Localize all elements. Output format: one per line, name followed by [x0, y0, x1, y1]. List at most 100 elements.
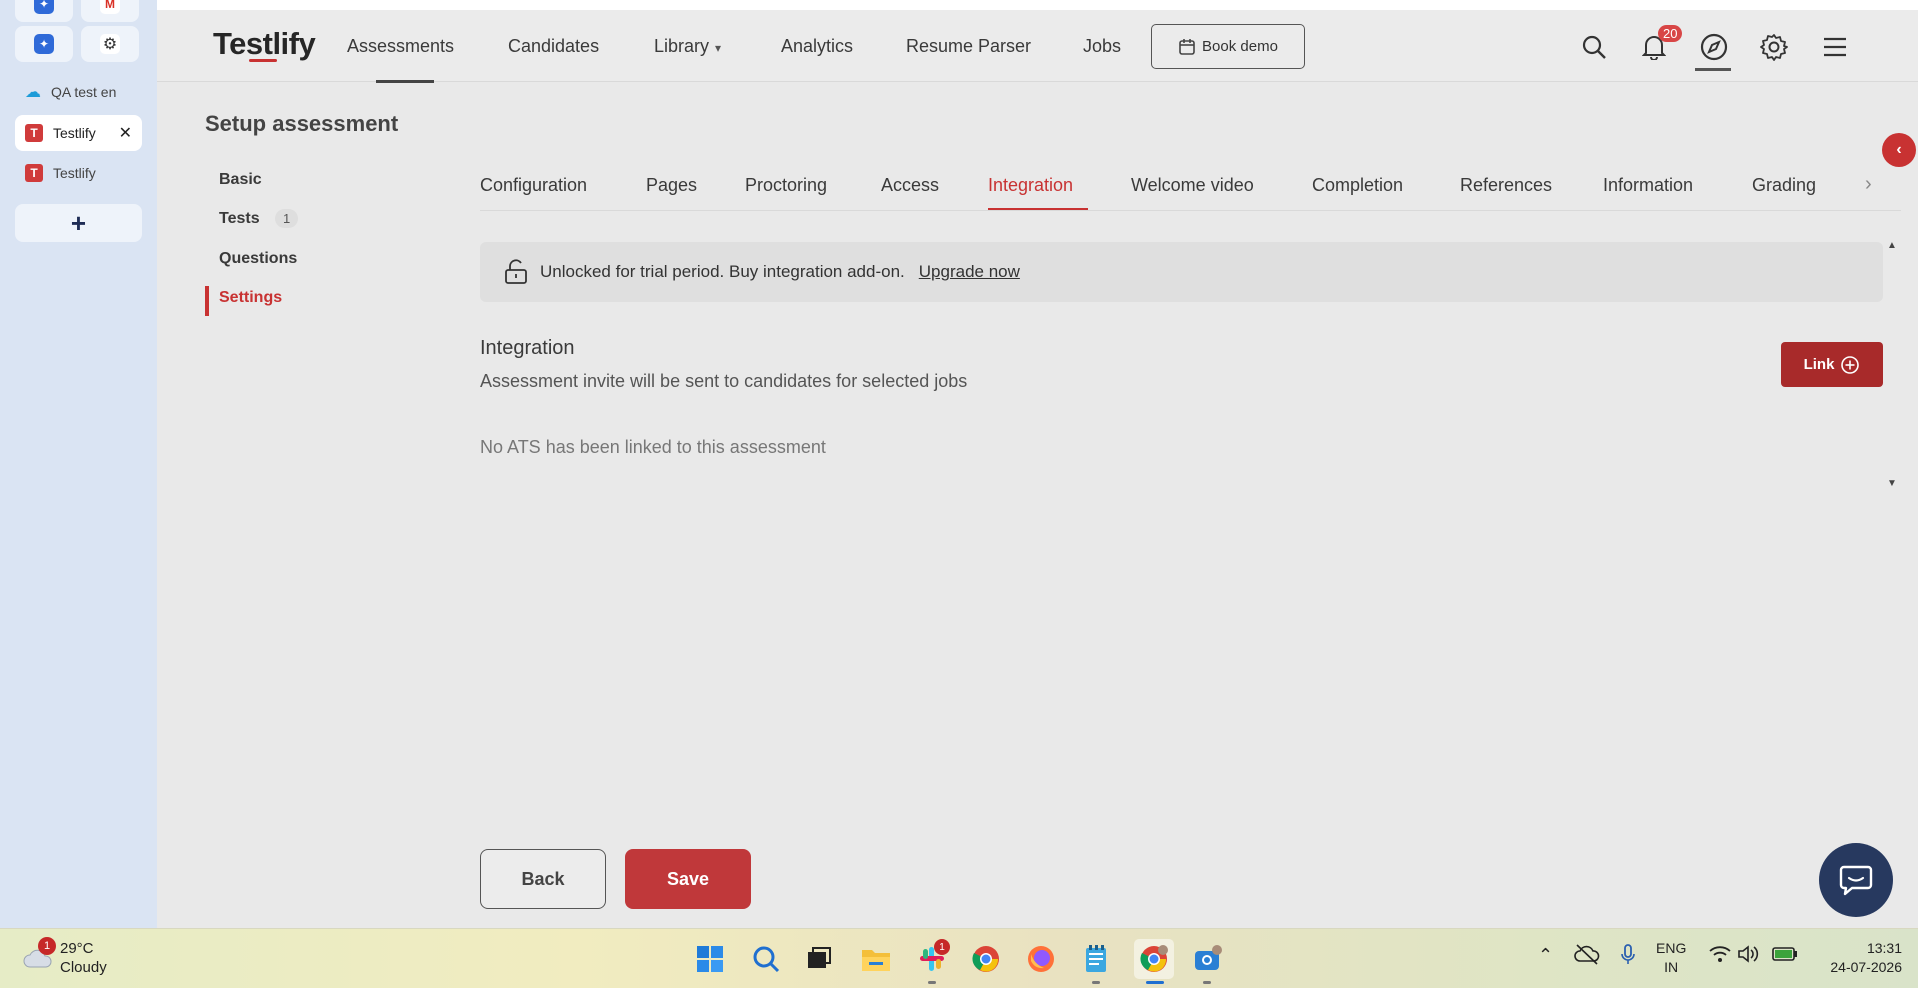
pinned-row: ✦ M: [15, 0, 139, 22]
calendar-icon: [1179, 38, 1195, 55]
integration-subtitle: Assessment invite will be sent to candid…: [480, 371, 968, 391]
cloud-off-icon[interactable]: [1574, 943, 1600, 968]
compass-icon[interactable]: [1699, 32, 1729, 62]
collapse-panel-button[interactable]: ‹: [1882, 133, 1916, 167]
tab-welcome-video[interactable]: Welcome video: [1131, 175, 1254, 196]
volume-icon[interactable]: [1737, 945, 1759, 966]
pinned-app-1[interactable]: ✦: [15, 0, 73, 22]
task-view-icon[interactable]: [803, 943, 835, 975]
tab-label: Testlify: [53, 125, 96, 141]
scroll-up-icon[interactable]: ▲: [1887, 240, 1897, 251]
app-blue-icon: ✦: [34, 0, 54, 14]
sidebar-tab-testlify-active[interactable]: T Testlify ✕: [15, 115, 142, 151]
notepad-icon[interactable]: [1080, 943, 1112, 975]
language-indicator[interactable]: ENG IN: [1656, 939, 1686, 977]
search-icon[interactable]: [1579, 32, 1609, 62]
chat-bubble-icon: [1839, 865, 1873, 896]
chrome-active-indicator: [1146, 981, 1164, 984]
weather-alert-badge: 1: [38, 937, 56, 955]
nav-active-indicator: [376, 80, 434, 83]
openai-icon: ⚙: [100, 34, 120, 54]
cloud-icon: ☁: [25, 84, 41, 101]
app-header: Testlify Assessments Candidates Library ▾…: [157, 10, 1918, 83]
left-nav-settings[interactable]: Settings: [219, 289, 282, 307]
left-nav-basic[interactable]: Basic: [219, 171, 262, 189]
pinned-gmail[interactable]: M: [81, 0, 139, 22]
search-icon[interactable]: [750, 943, 782, 975]
close-icon[interactable]: ✕: [119, 123, 132, 143]
nav-jobs[interactable]: Jobs: [1083, 36, 1121, 57]
unlock-icon: [505, 259, 527, 284]
tab-references[interactable]: References: [1460, 175, 1552, 196]
sidebar-tab-testlify[interactable]: T Testlify: [15, 155, 142, 191]
camera-app-icon[interactable]: [1192, 943, 1224, 975]
browser-sidebar: ✦ M ✦ ⚙ ☁ QA test en T Testlify ✕ T Test…: [0, 0, 157, 928]
tab-proctoring[interactable]: Proctoring: [745, 175, 827, 196]
back-button[interactable]: Back: [480, 849, 606, 909]
trial-notice-text: Unlocked for trial period. Buy integrati…: [540, 262, 905, 281]
support-chat-button[interactable]: [1819, 843, 1893, 917]
tab-pages[interactable]: Pages: [646, 175, 697, 196]
tab-completion[interactable]: Completion: [1312, 175, 1403, 196]
gear-icon[interactable]: [1759, 32, 1789, 62]
weather-text: 29°C Cloudy: [60, 939, 107, 977]
explore-active-indicator: [1695, 68, 1731, 71]
left-nav-tests[interactable]: Tests: [219, 210, 260, 228]
trial-notice: Unlocked for trial period. Buy integrati…: [480, 242, 1883, 302]
tab-integration[interactable]: Integration: [988, 175, 1073, 196]
nav-resume-parser[interactable]: Resume Parser: [906, 36, 1031, 57]
chrome-profile-icon[interactable]: [1134, 939, 1174, 979]
clock[interactable]: 13:31 24-07-2026: [1812, 939, 1902, 977]
clock-time: 13:31: [1866, 940, 1902, 956]
taskbar: 1 29°C Cloudy 1 ⌃ ENG IN 13:31 24-07-202…: [0, 928, 1918, 988]
nav-candidates[interactable]: Candidates: [508, 36, 599, 57]
pinned-app-2[interactable]: ✦: [15, 26, 73, 62]
book-demo-button[interactable]: Book demo: [1151, 24, 1305, 69]
link-ats-button[interactable]: Link: [1781, 342, 1883, 387]
tab-label: QA test en: [51, 84, 117, 100]
windows-start-icon[interactable]: [694, 943, 726, 975]
left-nav-active-marker: [205, 286, 209, 316]
sidebar-tab-qa-test[interactable]: ☁ QA test en: [15, 74, 142, 110]
tab-access[interactable]: Access: [881, 175, 939, 196]
language-bottom: IN: [1664, 959, 1679, 975]
camera-running-dot: [1203, 981, 1211, 984]
tab-information[interactable]: Information: [1603, 175, 1693, 196]
language-top: ENG: [1656, 940, 1687, 956]
nav-assessments[interactable]: Assessments: [347, 36, 454, 57]
left-nav-questions[interactable]: Questions: [219, 250, 297, 268]
clock-date: 24-07-2026: [1830, 959, 1902, 975]
tab-grading[interactable]: Grading: [1752, 175, 1816, 196]
page-title: Setup assessment: [205, 111, 399, 136]
wifi-icon[interactable]: [1709, 945, 1731, 966]
web-page: Testlify Assessments Candidates Library ▾…: [157, 0, 1918, 928]
upgrade-now-link[interactable]: Upgrade now: [919, 262, 1020, 282]
file-explorer-icon[interactable]: [860, 943, 892, 975]
firefox-icon[interactable]: [1025, 943, 1057, 975]
testlify-icon: T: [25, 124, 43, 142]
pinned-row: ✦ ⚙: [15, 26, 139, 62]
chevron-up-icon[interactable]: ⌃: [1538, 945, 1553, 966]
tab-label: Testlify: [53, 165, 96, 181]
microphone-icon[interactable]: [1620, 943, 1636, 970]
integration-empty-state: No ATS has been linked to this assessmen…: [480, 437, 826, 457]
logo[interactable]: Testlify: [213, 26, 316, 62]
pinned-openai[interactable]: ⚙: [81, 26, 139, 62]
tabs-divider: [480, 210, 1901, 211]
weather-desc: Cloudy: [60, 959, 107, 976]
scroll-down-icon[interactable]: ▼: [1887, 478, 1897, 489]
new-tab-button[interactable]: +: [15, 204, 142, 242]
browser-top-strip: [157, 0, 1918, 10]
tab-configuration[interactable]: Configuration: [480, 175, 587, 196]
save-button[interactable]: Save: [625, 849, 751, 909]
chevron-down-icon: ▾: [715, 41, 722, 55]
nav-library[interactable]: Library ▾: [654, 36, 721, 57]
chrome-icon[interactable]: [970, 943, 1002, 975]
nav-analytics[interactable]: Analytics: [781, 36, 853, 57]
battery-icon[interactable]: [1772, 946, 1798, 965]
menu-icon[interactable]: [1820, 32, 1850, 62]
notification-badge: 20: [1658, 25, 1683, 42]
weather-widget[interactable]: 1 29°C Cloudy: [22, 937, 107, 977]
book-demo-label: Book demo: [1202, 38, 1278, 55]
tabs-scroll-right-icon[interactable]: ›: [1865, 173, 1872, 196]
